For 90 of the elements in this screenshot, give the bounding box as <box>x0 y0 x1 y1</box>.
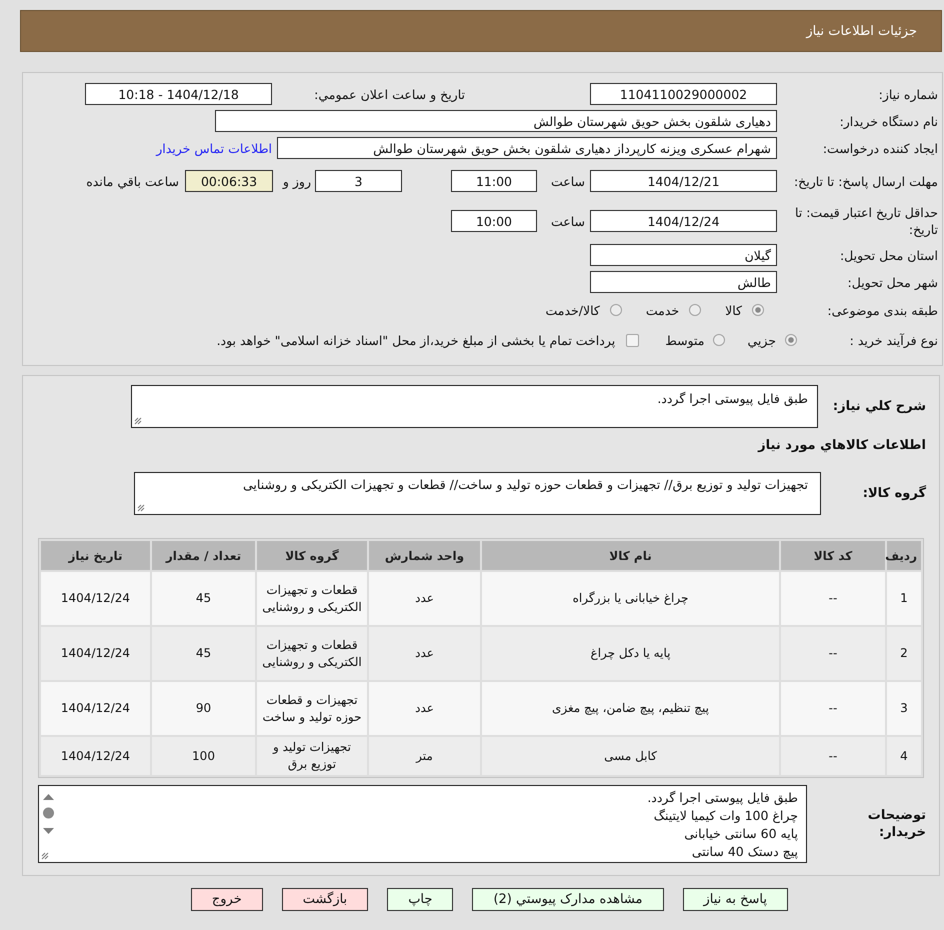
table-cell: 2 <box>887 627 921 680</box>
field-label: ساعت باقي مانده <box>86 174 179 188</box>
table-cell: تجهیزات تولید و توزیع برق <box>257 737 367 775</box>
column-header: تعداد / مقدار <box>152 541 255 570</box>
radio-label: خدمت <box>646 302 680 318</box>
exit-button[interactable]: خروج <box>190 888 263 911</box>
field-label: ساعت <box>550 174 585 188</box>
reply-button[interactable]: پاسخ به نیاز <box>682 888 788 911</box>
checkbox[interactable] <box>626 334 640 346</box>
checkbox-label: پرداخت تمام یا بخشی از مبلغ خرید،از محل "اسناد خزانه اسلامی" خواهد بود. <box>216 332 616 348</box>
field-label: شهر محل تحویل: <box>848 274 938 290</box>
radio-label: کالا <box>725 302 742 318</box>
table-cell: 100 <box>152 737 255 775</box>
table-cell: 4 <box>887 737 921 775</box>
section-title: اطلاعات کالاهاي مورد نياز <box>758 438 926 452</box>
table-cell: قطعات و تجهیزات الکتریکی و روشنایی <box>257 572 367 625</box>
province-field: گیلان <box>590 244 777 266</box>
time-field: 10:00 <box>451 210 537 232</box>
field-label: مهلت ارسال پاسخ: تا تاریخ: <box>794 172 938 190</box>
field-label: تاريخ و ساعت اعلان عمومي: <box>314 86 465 102</box>
attachments-button[interactable]: مشاهده مدارک پیوستي (2) <box>472 888 664 911</box>
buyer-contact-link[interactable]: اطلاعات تماس خریدار <box>156 140 272 156</box>
table-cell: 45 <box>152 627 255 680</box>
column-header: کد کالا <box>781 541 885 570</box>
field-label: شماره نیاز: <box>878 86 938 102</box>
radio-label: متوسط <box>665 332 704 348</box>
date-field: 1404/12/21 <box>590 170 777 192</box>
field-label: روز و <box>282 174 311 188</box>
column-header: نام کالا <box>482 541 779 570</box>
table-cell: تجهیزات و قطعات حوزه تولید و ساخت <box>257 682 367 735</box>
radio-button[interactable] <box>689 304 702 316</box>
field-label: شرح کلي نياز: <box>832 398 926 415</box>
resize-grip-icon[interactable] <box>41 852 49 860</box>
field-label: توضیحات خریدار: <box>866 807 926 841</box>
table-cell: قطعات و تجهیزات الکتریکی و روشنایی <box>257 627 367 680</box>
table-cell: عدد <box>369 572 480 625</box>
table-cell: -- <box>781 682 885 735</box>
column-header: تاریخ نیاز <box>41 541 150 570</box>
table-cell: -- <box>781 572 885 625</box>
column-header: واحد شمارش <box>369 541 480 570</box>
table-cell: -- <box>781 737 885 775</box>
table-cell: پایه یا دکل چراغ <box>482 627 779 680</box>
table-cell: 45 <box>152 572 255 625</box>
field-label: حداقل تاریخ اعتبار قیمت: تا تاریخ: <box>794 204 938 238</box>
table-cell: 90 <box>152 682 255 735</box>
column-header: گروه کالا <box>257 541 367 570</box>
table-cell: پیچ تنظیم، پیچ ضامن، پیچ مغزی <box>482 682 779 735</box>
table-cell: 3 <box>887 682 921 735</box>
field-label: گروه کالا: <box>862 485 926 502</box>
field-label: نام دستگاه خريدار: <box>840 112 938 130</box>
table-cell: 1 <box>887 572 921 625</box>
date-field: 1404/12/24 <box>590 210 777 232</box>
goods-group-field[interactable]: تجهیزات تولید و توزیع برق// تجهیزات و قطعات حوزه تولید و ساخت// قطعات و تجهیزات الکتریکی و روشنایی <box>134 472 821 515</box>
description-field[interactable]: طبق فایل پیوستی اجرا گردد. <box>131 385 818 428</box>
field-label: نوع فرآیند خرید : <box>850 332 938 348</box>
countdown-field: 00:06:33 <box>185 170 273 192</box>
column-header: ردیف <box>887 541 921 570</box>
field-label: ایجاد کننده درخواست: <box>822 140 938 156</box>
table-cell: کابل مسی <box>482 737 779 775</box>
field-label: طبقه بندی موضوعی: <box>827 302 938 318</box>
table-cell: 1404/12/24 <box>41 737 150 775</box>
announcement-date-field: 1404/12/18 - 10:18 <box>85 83 272 105</box>
print-button[interactable]: چاپ <box>387 888 454 911</box>
field-label: استان محل تحویل: <box>840 246 938 264</box>
radio-button[interactable] <box>752 304 764 316</box>
table-cell: -- <box>781 627 885 680</box>
buyer-org-field: دهیاری شلقون بخش حویق شهرستان طوالش <box>215 110 777 132</box>
radio-label: جزيي <box>747 332 776 348</box>
table-cell: 1404/12/24 <box>41 627 150 680</box>
resize-grip-icon[interactable] <box>137 504 145 512</box>
requester-field: شهرام عسکری ویزنه کارپرداز دهیاری شلقون بخش حویق شهرستان طوالش <box>277 137 777 159</box>
table-cell: 1404/12/24 <box>41 572 150 625</box>
table-cell: عدد <box>369 627 480 680</box>
radio-button[interactable] <box>610 304 622 316</box>
city-field: طالش <box>590 271 777 293</box>
resize-grip-icon[interactable] <box>134 417 142 425</box>
days-field: 3 <box>315 170 402 192</box>
table-cell: 1404/12/24 <box>41 682 150 735</box>
buyer-notes-field[interactable]: طبق فایل پیوستی اجرا گردد. چراغ 100 وات کیمیا لایتینگ پایه 60 سانتی خیابانی پیچ دستک 40 سانتی <box>38 785 807 863</box>
table-cell: عدد <box>369 682 480 735</box>
time-field: 11:00 <box>451 170 537 192</box>
page-title: جزئیات اطلاعات نیاز <box>806 24 917 38</box>
radio-button[interactable] <box>785 334 797 346</box>
field-label: ساعت <box>550 214 585 228</box>
need-number-field: 1104110029000002 <box>590 83 777 105</box>
back-button[interactable]: بازگشت <box>282 888 368 911</box>
table-cell: چراغ خیابانی یا بزرگراه <box>482 572 779 625</box>
radio-button[interactable] <box>713 334 726 346</box>
table-cell: متر <box>369 737 480 775</box>
radio-label: کالا/خدمت <box>545 302 600 318</box>
